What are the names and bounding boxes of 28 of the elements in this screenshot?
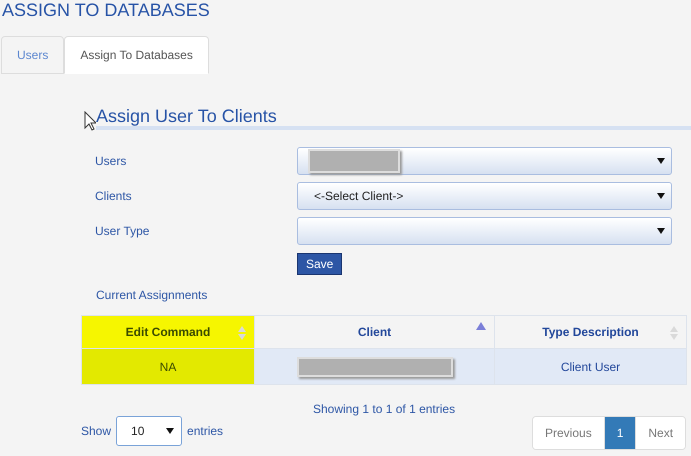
select-field[interactable]	[297, 147, 672, 175]
assignments-title: Current Assignments	[96, 287, 208, 304]
pagination-button[interactable]: Previous	[533, 417, 604, 449]
caret-icon	[657, 193, 665, 199]
table-cell: NA	[82, 348, 254, 384]
select-field[interactable]	[297, 217, 672, 245]
show-label: Show	[81, 423, 112, 440]
caret-icon	[657, 158, 665, 164]
pagination-button[interactable]: Next	[635, 417, 686, 449]
pagination-button[interactable]: 1	[604, 417, 636, 449]
column-header[interactable]: Type Description	[494, 316, 686, 348]
tab[interactable]: Assign To Databases	[64, 36, 209, 74]
caret-icon	[657, 228, 665, 234]
table-cell: Client User	[494, 348, 686, 384]
page-title: ASSIGN TO DATABASES	[2, 0, 210, 20]
table-info: Showing 1 to 1 of 1 entries	[313, 401, 456, 418]
column-header[interactable]: Edit Command	[82, 316, 254, 348]
entries-label: entries	[187, 423, 224, 440]
field-label: Users	[95, 153, 128, 170]
column-header[interactable]: Client	[254, 316, 494, 348]
page-length-select[interactable]: 10	[116, 416, 182, 446]
mouse-cursor-icon	[84, 111, 96, 131]
caret-icon	[166, 428, 174, 434]
field-label: User Type	[95, 223, 150, 240]
save-button[interactable]: Save	[297, 253, 342, 275]
select-field[interactable]: <-Select Client->	[297, 182, 672, 210]
section-title: Assign User To Clients	[96, 105, 277, 128]
field-label: Clients	[95, 188, 133, 205]
